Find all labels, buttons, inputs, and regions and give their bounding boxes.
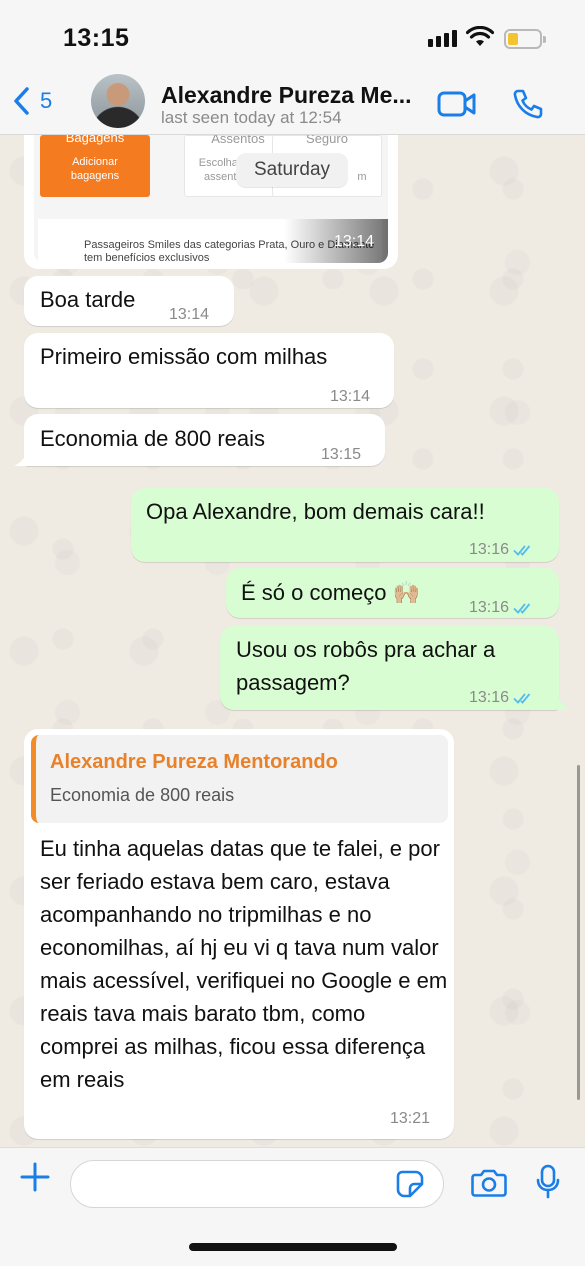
read-receipt-icon [513, 692, 531, 704]
unread-count: 5 [40, 88, 53, 113]
home-indicator[interactable] [189, 1243, 397, 1251]
message-time: 13:14 [169, 306, 210, 323]
message-meta: 13:16 [469, 681, 535, 714]
contact-name[interactable]: Alexandre Pureza Me... [161, 82, 412, 109]
chat-header: 5 Alexandre Pureza Me... last seen today… [0, 70, 585, 135]
camera-icon[interactable] [471, 1168, 507, 1203]
read-receipt-icon [513, 544, 531, 556]
message-time: 13:21 [390, 1110, 431, 1127]
microphone-icon[interactable] [536, 1164, 560, 1205]
status-bar: 13:15 [0, 0, 585, 70]
message-meta: 13:16 [469, 533, 535, 566]
cellular-signal-icon [428, 30, 457, 47]
last-seen-status: last seen today at 12:54 [161, 108, 342, 127]
status-time: 13:15 [63, 24, 130, 52]
message-text: Opa Alexandre, bom demais cara!! [146, 499, 485, 524]
message-input[interactable] [70, 1160, 444, 1208]
image-tile-bagagens: Bagagens Adicionar bagagens [40, 135, 150, 197]
back-button[interactable]: 5 [12, 86, 52, 116]
quoted-message[interactable]: Alexandre Pureza Mentorando Economia de … [31, 735, 448, 823]
message-text: Primeiro emissão com milhas [40, 344, 328, 369]
chevron-left-icon [14, 87, 29, 115]
message-time: 13:16 [469, 541, 510, 558]
message-time: 13:14 [334, 233, 375, 250]
scrollbar[interactable] [577, 765, 580, 1100]
message-bubble-outgoing[interactable]: Usou os robôs pra achar a passagem? 13:1… [220, 626, 559, 710]
sticker-icon[interactable] [396, 1170, 424, 1203]
voice-call-icon[interactable] [512, 88, 544, 125]
message-time: 13:15 [321, 446, 362, 463]
message-bubble-outgoing[interactable]: Opa Alexandre, bom demais cara!! 13:16 [131, 488, 559, 562]
message-text: É só o começo 🙌🏼 [241, 580, 421, 605]
bubble-tail-incoming [14, 452, 28, 466]
message-bubble-outgoing[interactable]: É só o começo 🙌🏼 13:16 [226, 568, 559, 618]
battery-icon [504, 29, 546, 49]
message-text: Economia de 800 reais [40, 426, 266, 451]
wifi-icon [465, 25, 495, 53]
read-receipt-icon [513, 602, 531, 614]
message-text: Eu tinha aquelas datas que te falei, e p… [40, 836, 448, 1092]
contact-avatar[interactable] [91, 74, 145, 128]
message-input-bar [0, 1147, 585, 1266]
battery-level [508, 33, 518, 45]
video-call-icon[interactable] [437, 90, 477, 123]
message-bubble-incoming[interactable]: Economia de 800 reais 13:15 [24, 414, 385, 466]
bubble-tail-outgoing [557, 696, 571, 710]
quoted-text: Economia de 800 reais [50, 785, 235, 805]
message-time: 13:14 [330, 388, 371, 405]
message-bubble-incoming[interactable]: Primeiro emissão com milhas 13:14 [24, 333, 394, 408]
quoted-author: Alexandre Pureza Mentorando [50, 751, 338, 773]
message-time: 13:16 [469, 599, 510, 616]
message-meta: 13:16 [469, 591, 535, 624]
message-text: Boa tarde [40, 287, 136, 312]
date-separator: Saturday [236, 153, 348, 187]
message-time: 13:16 [469, 689, 510, 706]
attach-plus-icon[interactable] [18, 1160, 52, 1199]
message-bubble-incoming[interactable]: Boa tarde 13:14 [24, 276, 234, 326]
